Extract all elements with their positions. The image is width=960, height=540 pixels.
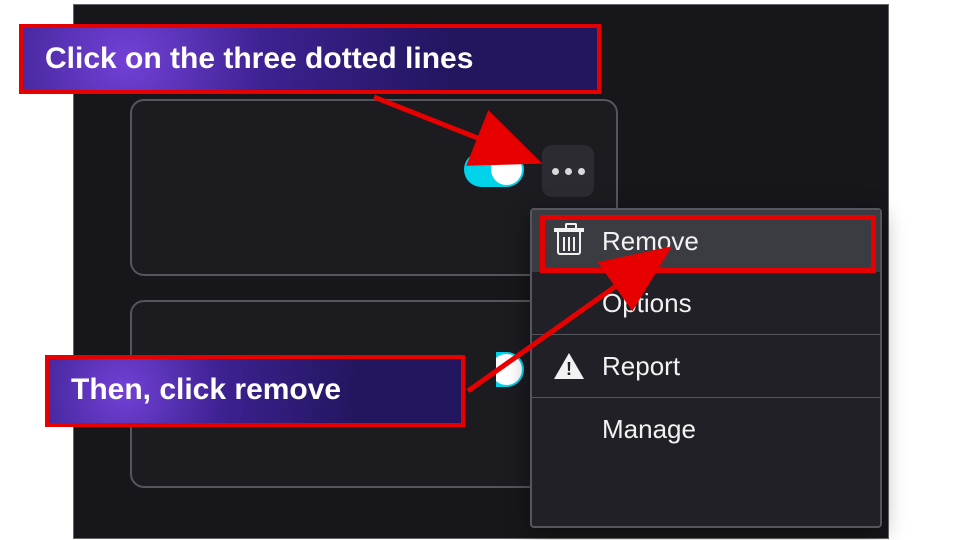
callout-step1: Click on the three dotted lines <box>19 24 601 94</box>
ellipsis-icon <box>578 168 585 175</box>
menu-item-label: Remove <box>602 226 699 257</box>
trash-icon <box>557 228 581 255</box>
callout-text: Then, click remove <box>71 373 341 406</box>
ellipsis-icon <box>552 168 559 175</box>
menu-item-remove[interactable]: Remove <box>532 210 880 272</box>
ellipsis-icon <box>565 168 572 175</box>
menu-item-manage[interactable]: Manage <box>532 398 880 460</box>
menu-item-options[interactable]: Options <box>532 272 880 334</box>
more-button[interactable] <box>542 145 594 197</box>
callout-step2: Then, click remove <box>45 355 465 427</box>
warning-icon <box>554 353 584 379</box>
menu-item-label: Manage <box>602 414 696 445</box>
context-menu: Remove Options Report Manage <box>530 208 882 528</box>
callout-text: Click on the three dotted lines <box>45 42 473 75</box>
toggle-ext1[interactable] <box>464 152 524 187</box>
menu-item-label: Report <box>602 351 680 382</box>
menu-item-report[interactable]: Report <box>532 335 880 397</box>
toggle-knob <box>491 154 522 185</box>
screenshot-stage: Remove Options Report Manage Click on th… <box>73 4 889 539</box>
menu-item-label: Options <box>602 288 692 319</box>
